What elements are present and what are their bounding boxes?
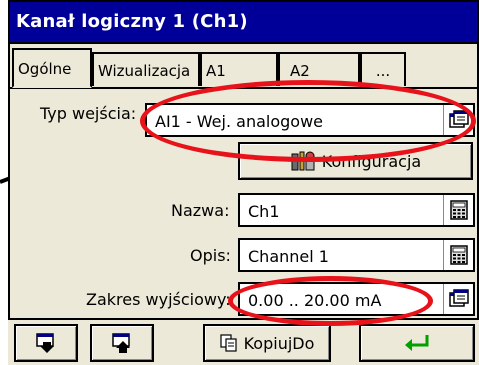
- window-title: Kanał logiczny 1 (Ch1): [16, 11, 248, 32]
- description-field[interactable]: Channel 1: [238, 238, 475, 272]
- configuration-label: Konfiguracja: [321, 151, 422, 171]
- upload-icon: [112, 333, 130, 353]
- keypad-icon: [449, 245, 468, 265]
- description-value: Channel 1: [248, 247, 329, 266]
- tab-label: Ogólne: [18, 60, 72, 78]
- description-label: Opis:: [190, 246, 231, 265]
- tab-label: Wizualizacja: [98, 62, 191, 80]
- enter-button[interactable]: [359, 324, 475, 362]
- input-type-label: Typ wejścia:: [40, 104, 137, 123]
- name-field[interactable]: Ch1: [238, 193, 475, 227]
- description-keypad-button[interactable]: [443, 240, 473, 270]
- tab-label: A2: [290, 62, 310, 80]
- tools-icon: [291, 151, 315, 171]
- name-label: Nazwa:: [171, 201, 230, 220]
- output-range-value: 0.00 .. 20.00 mA: [248, 291, 382, 310]
- move-down-button[interactable]: [14, 324, 78, 362]
- copy-to-label: KopiujDo: [243, 333, 315, 353]
- keypad-icon: [449, 200, 468, 220]
- name-value: Ch1: [248, 202, 280, 221]
- input-type-value: AI1 - Wej. analogowe: [155, 112, 323, 131]
- copy-icon: [220, 334, 237, 352]
- output-range-select-button[interactable]: [443, 284, 473, 314]
- move-up-button[interactable]: [90, 324, 154, 362]
- list-select-icon: [448, 110, 469, 128]
- name-keypad-button[interactable]: [443, 195, 473, 225]
- output-range-field[interactable]: 0.00 .. 20.00 mA: [238, 282, 475, 316]
- configuration-button[interactable]: Konfiguracja: [238, 142, 473, 180]
- tab-label: A1: [206, 62, 226, 80]
- title-bar: Kanał logiczny 1 (Ch1): [8, 0, 479, 44]
- list-select-icon: [448, 289, 469, 307]
- tab-more[interactable]: ...: [360, 52, 406, 86]
- output-range-label: Zakres wyjściowy:: [86, 290, 231, 309]
- input-type-select-button[interactable]: [443, 105, 473, 135]
- tab-a1[interactable]: A1: [200, 52, 278, 86]
- tab-wizualizacja[interactable]: Wizualizacja: [92, 52, 200, 86]
- enter-icon: [405, 335, 429, 351]
- input-type-field[interactable]: AI1 - Wej. analogowe: [145, 103, 475, 137]
- tab-a2[interactable]: A2: [278, 52, 360, 86]
- tab-ogolne[interactable]: Ogólne: [12, 48, 92, 88]
- copy-to-button[interactable]: KopiujDo: [203, 324, 331, 362]
- tab-label: ...: [375, 62, 391, 80]
- download-icon: [36, 333, 54, 353]
